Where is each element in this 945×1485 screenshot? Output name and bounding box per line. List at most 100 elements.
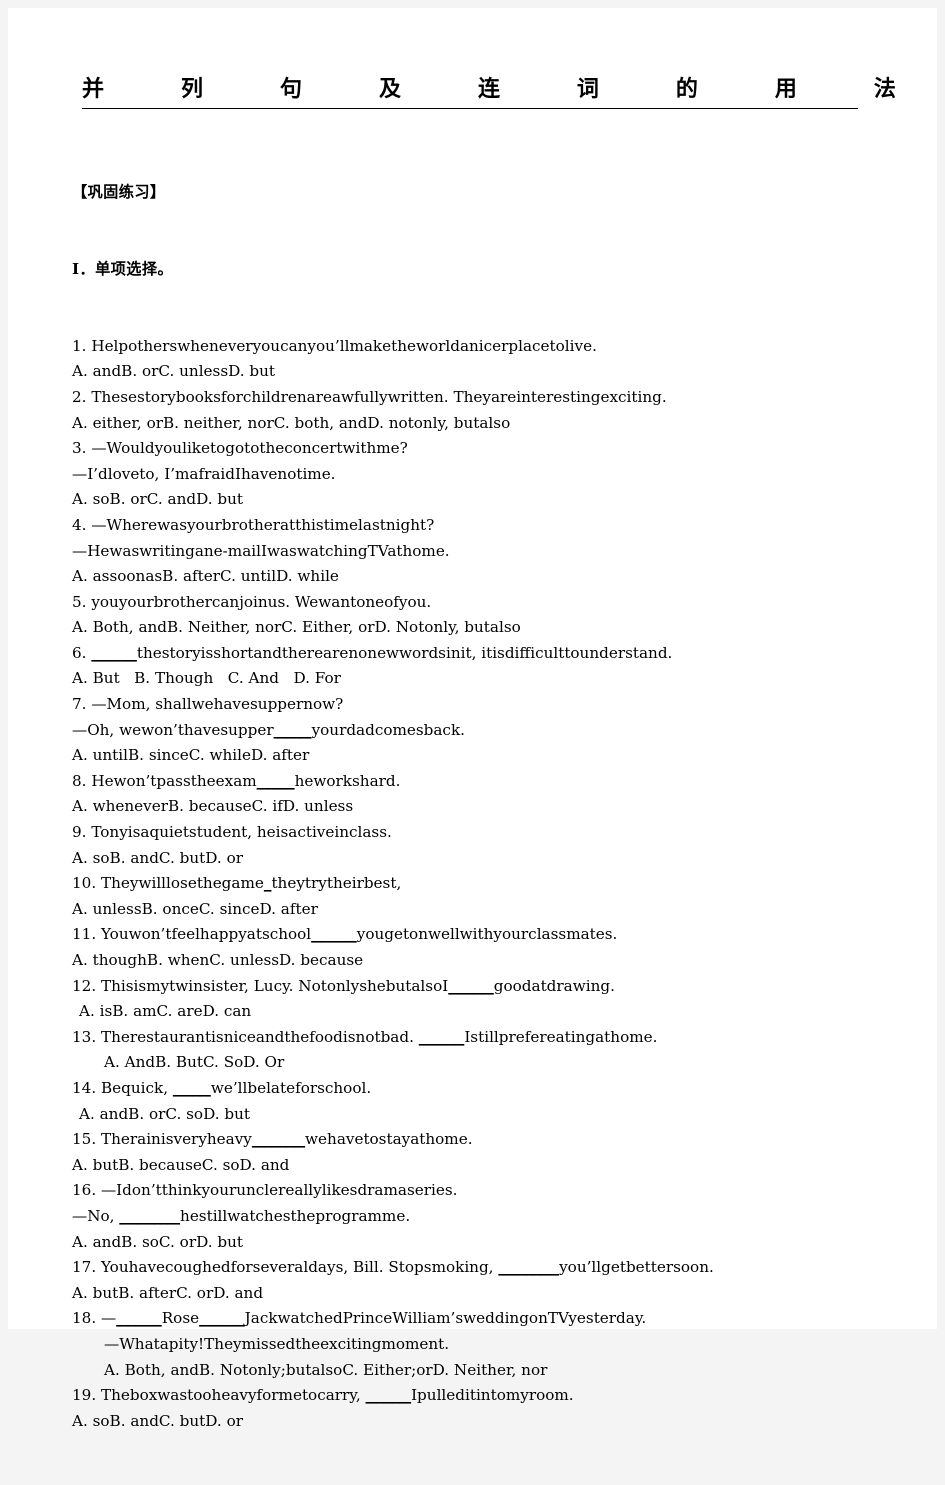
- exercise-line-q2: 2. Thesestorybooksforchildrenareawfullyw…: [72, 385, 904, 411]
- exercise-line-q10: 10. Theywilllosethegame_theytrytheirbest…: [72, 871, 904, 897]
- line-text: yourdadcomesback.: [311, 720, 465, 739]
- exercise-line-q4-b: —Hewaswritingane-mailIwaswatchingTVathom…: [72, 539, 904, 565]
- line-text: 17. Youhavecoughedforseveraldays, Bill. …: [72, 1258, 499, 1277]
- exercise-line-q3-opts: A. soB. orC. andD. but: [72, 487, 904, 513]
- document-page: 并 列 句 及 连 词 的 用 法 【巩固练习】 I．单项选择。 1. Help…: [8, 8, 937, 1430]
- exercise-body: 【巩固练习】 I．单项选择。 1. Helpotherswheneveryouc…: [72, 129, 904, 1485]
- answer-blank-1[interactable]: ______: [366, 1386, 412, 1404]
- line-text: 9. Tonyisaquietstudent, heisactiveinclas…: [72, 823, 392, 842]
- line-text: 6.: [72, 643, 92, 662]
- line-text: 18. —: [72, 1309, 117, 1328]
- exercise-line-q8: 8. Hewon’tpasstheexam_____heworkshard.: [72, 769, 904, 795]
- document-title: 并 列 句 及 连 词 的 用 法: [72, 70, 904, 104]
- exercise-line-q1: 1. Helpotherswheneveryoucanyou’llmakethe…: [72, 334, 904, 360]
- exercise-line-q10-opts: A. unlessB. onceC. sinceD. after: [72, 897, 904, 923]
- line-text: —Whatapity!Theymissedtheexcitingmoment.: [104, 1334, 450, 1353]
- answer-blank-1[interactable]: ________: [498, 1258, 559, 1276]
- line-text: you’llgetbettersoon.: [559, 1258, 714, 1277]
- line-text: A. Both, andB. Neither, norC. Either, or…: [72, 618, 521, 637]
- line-text: thestoryisshortandtherearenonewwordsinit…: [136, 643, 673, 662]
- line-text: A. thoughB. whenC. unlessD. because: [72, 951, 364, 969]
- exercise-line-q18-b: —Whatapity!Theymissedtheexcitingmoment.: [72, 1332, 904, 1358]
- answer-blank-1[interactable]: ______: [448, 977, 494, 995]
- section-header: 【巩固练习】: [72, 183, 166, 202]
- line-text: A. unlessB. onceC. sinceD. after: [72, 899, 318, 918]
- exercise-line-q12: 12. Thisismytwinsister, Lucy. Notonlyshe…: [72, 974, 904, 1000]
- line-text: 2. Thesestorybooksforchildrenareawfullyw…: [72, 387, 667, 406]
- answer-blank-1[interactable]: ______: [91, 644, 137, 662]
- title-char-1: 并: [82, 76, 105, 102]
- exercise-line-q2-opts: A. either, orB. neither, norC. both, and…: [72, 411, 904, 437]
- title-char-6: 词: [576, 76, 599, 102]
- line-text: we’llbelateforschool.: [210, 1078, 372, 1097]
- exercise-line-q6-opts: A. But B. Though C. And D. For: [72, 666, 904, 692]
- line-text: A. butB. becauseC. soD. and: [72, 1155, 290, 1174]
- line-text: 16. —Idon’tthinkyourunclereallylikesdram…: [72, 1181, 458, 1200]
- line-text: 12. Thisismytwinsister, Lucy. Notonlyshe…: [72, 976, 449, 995]
- line-text: 11. Youwon’tfeelhappyatschool: [72, 925, 312, 944]
- line-text: —No,: [72, 1206, 120, 1225]
- line-text: A. But B. Though C. And D. For: [72, 669, 341, 688]
- title-char-3: 句: [279, 76, 302, 102]
- exercise-line-q4-opts: A. assoonasB. afterC. untilD. while: [72, 564, 904, 590]
- line-text: A. Both, andB. Notonly;butalsoC. Either;…: [104, 1360, 548, 1379]
- line-text: 15. Therainisveryheavy: [72, 1130, 252, 1149]
- exercise-line-q9-opts: A. soB. andC. butD. or: [72, 846, 904, 872]
- line-text: JackwatchedPrinceWilliam’sweddingonTVyes…: [244, 1309, 647, 1328]
- line-text: —Hewaswritingane-mailIwaswatchingTVathom…: [72, 541, 450, 560]
- exercise-line-q18-opts: A. Both, andB. Notonly;butalsoC. Either;…: [72, 1358, 904, 1384]
- exercise-line-q19: 19. Theboxwastooheavyformetocarry, _____…: [72, 1383, 904, 1409]
- line-text: 10. Theywilllosethegame: [72, 874, 264, 893]
- line-text: A. AndB. ButC. SoD. Or: [104, 1053, 285, 1072]
- line-text: A. andB. orC. unlessD. but: [72, 362, 276, 381]
- exercise-line-q15: 15. Therainisveryheavy_______wehavetosta…: [72, 1127, 904, 1153]
- answer-blank-1[interactable]: ________: [119, 1207, 180, 1225]
- exercise-line-q19-opts: A. soB. andC. butD. or: [72, 1409, 904, 1435]
- answer-blank-1[interactable]: _____: [257, 772, 295, 790]
- exercise-line-q11-opts: A. thoughB. whenC. unlessD. because: [72, 948, 904, 974]
- line-text: 14. Bequick,: [72, 1078, 173, 1097]
- line-text: A. andB. orC. soD. but: [79, 1104, 250, 1123]
- line-text: A. soB. andC. butD. or: [72, 848, 243, 867]
- exercise-line-q6: 6. ______thestoryisshortandtherearenonew…: [72, 641, 904, 667]
- exercise-line-q13-opts: A. AndB. ButC. SoD. Or: [72, 1050, 904, 1076]
- exercise-line-q17-opts: A. butB. afterC. orD. and: [72, 1281, 904, 1307]
- answer-blank-1[interactable]: ______: [419, 1028, 465, 1046]
- line-text: A. isB. amC. areD. can: [79, 1002, 252, 1021]
- exercise-line-q3: 3. —Wouldyouliketogototheconcertwithme?: [72, 436, 904, 462]
- answer-blank-2[interactable]: ______: [199, 1309, 245, 1327]
- line-text: 13. Therestaurantisniceandthefoodisnotba…: [72, 1027, 419, 1046]
- line-text: Rose: [161, 1309, 200, 1328]
- line-text: —Oh, wewon’thavesupper: [72, 720, 274, 739]
- exercise-line-q18: 18. —______Rose______JackwatchedPrinceWi…: [72, 1306, 904, 1332]
- title-char-9: 法: [873, 76, 896, 102]
- exercise-line-q5-opts: A. Both, andB. Neither, norC. Either, or…: [72, 615, 904, 641]
- line-text: goodatdrawing.: [493, 976, 615, 995]
- exercise-line-q5: 5. youyourbrothercanjoinus. Wewantoneofy…: [72, 590, 904, 616]
- line-text: A. butB. afterC. orD. and: [72, 1283, 264, 1302]
- page-content: 并 列 句 及 连 词 的 用 法 【巩固练习】 I．单项选择。 1. Help…: [72, 70, 904, 1485]
- line-text: yougetonwellwithyourclassmates.: [356, 925, 618, 944]
- exercise-line-q16: 16. —Idon’tthinkyourunclereallylikesdram…: [72, 1178, 904, 1204]
- answer-blank-1[interactable]: _____: [274, 721, 312, 739]
- answer-blank-1[interactable]: _______: [252, 1130, 305, 1148]
- exercise-line-q16-opts: A. andB. soC. orD. but: [72, 1230, 904, 1256]
- exercise-line-q11: 11. Youwon’tfeelhappyatschool______youge…: [72, 922, 904, 948]
- answer-blank-1[interactable]: ______: [311, 925, 357, 943]
- line-text: —I’dloveto, I’mafraidIhavenotime.: [72, 464, 336, 483]
- exercise-line-q1-opts: A. andB. orC. unlessD. but: [72, 359, 904, 385]
- title-char-5: 连: [477, 76, 500, 102]
- line-text: A. andB. soC. orD. but: [72, 1232, 243, 1251]
- line-text: Ipulleditintomyroom.: [411, 1386, 574, 1405]
- answer-blank-1[interactable]: _____: [173, 1079, 211, 1097]
- exercise-line-q13: 13. Therestaurantisniceandthefoodisnotba…: [72, 1025, 904, 1051]
- line-text: 4. —Wherewasyourbrotheratthistimelastnig…: [72, 515, 435, 534]
- line-text: heworkshard.: [294, 771, 401, 790]
- line-text: A. assoonasB. afterC. untilD. while: [72, 567, 339, 586]
- exercise-line-q7: 7. —Mom, shallwehavesuppernow?: [72, 692, 904, 718]
- line-text: Istillprefereatingathome.: [464, 1027, 658, 1046]
- exercise-line-q14: 14. Bequick, _____we’llbelateforschool.: [72, 1076, 904, 1102]
- exercise-line-q15-opts: A. butB. becauseC. soD. and: [72, 1153, 904, 1179]
- question-list: 1. Helpotherswheneveryoucanyou’llmakethe…: [72, 334, 904, 1435]
- answer-blank-1[interactable]: ______: [116, 1309, 162, 1327]
